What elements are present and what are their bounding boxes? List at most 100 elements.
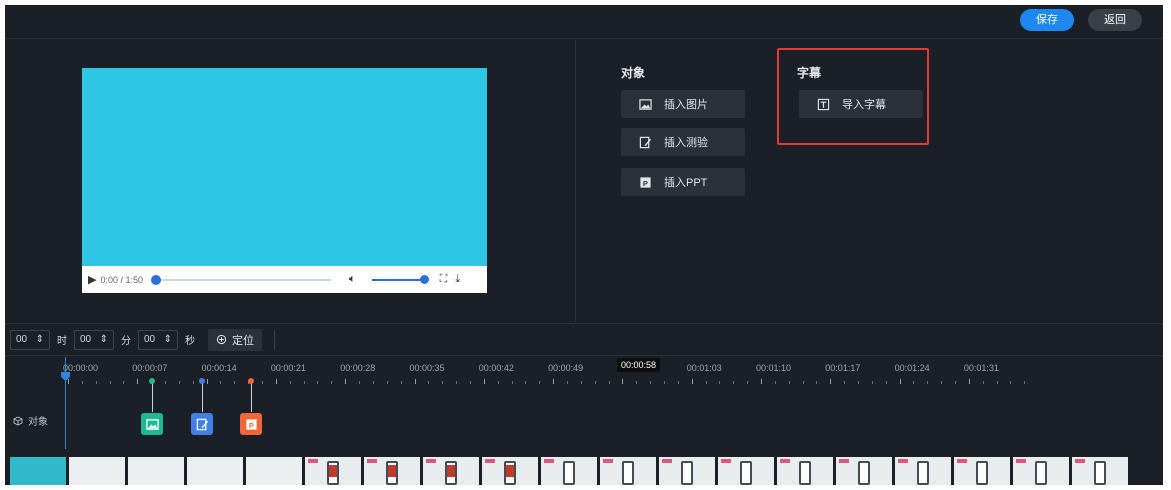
phone-frame (740, 461, 752, 485)
stepper-arrows-icon[interactable]: ⇕ (164, 334, 172, 345)
insert-image-button[interactable]: 插入图片 (621, 90, 745, 118)
ruler-tick (955, 381, 956, 384)
stepper-arrows-icon[interactable]: ⇕ (36, 334, 44, 345)
ruler-tick-label: 00:00:21 (270, 363, 306, 373)
locate-label: 定位 (232, 334, 254, 347)
ruler-tick (415, 379, 416, 384)
progress-handle[interactable] (151, 274, 162, 285)
svg-text:P: P (248, 420, 253, 429)
ruler-tick (165, 381, 166, 384)
thumbnail-corner-mark (485, 459, 495, 463)
ruler-tick (428, 381, 429, 384)
ruler-tick (359, 381, 360, 384)
video-thumbnail[interactable] (482, 457, 538, 485)
video-thumbnail[interactable] (423, 457, 479, 485)
ruler-tick (622, 379, 623, 384)
thumbnail-corner-mark (898, 459, 908, 463)
second-unit: 秒 (185, 336, 195, 347)
ruler-tick (220, 381, 221, 384)
video-thumbnail[interactable] (836, 457, 892, 485)
video-thumbnail[interactable] (1072, 457, 1128, 485)
video-thumbnail[interactable] (659, 457, 715, 485)
video-thumbnail[interactable] (1013, 457, 1069, 485)
video-thumbnail[interactable] (600, 457, 656, 485)
thumbnail-corner-mark (544, 459, 554, 463)
ruler-tick-label: 00:00:07 (132, 363, 168, 373)
image-marker[interactable] (141, 413, 163, 435)
video-thumbnail[interactable] (541, 457, 597, 485)
progress-bar[interactable] (151, 274, 332, 285)
ruler-tick (719, 381, 720, 384)
ruler-tick (484, 379, 485, 384)
insert-ppt-button[interactable]: P 插入PPT (621, 168, 745, 196)
time-locator: 00 ⇕ 时 00 ⇕ 分 00 ⇕ 秒 定位 (5, 323, 1163, 356)
thumbnail-corner-mark (780, 459, 790, 463)
fullscreen-icon[interactable]: ⛶ (440, 273, 448, 286)
video-thumbnail[interactable] (954, 457, 1010, 485)
video-thumbnail[interactable] (718, 457, 774, 485)
insert-quiz-button[interactable]: 插入测验 (621, 128, 745, 156)
ruler-tick (900, 379, 901, 384)
video-thumbnail[interactable] (246, 457, 302, 485)
timeline-ruler[interactable]: 00:00:00 00:00:07 00:00:14 00:00:21 00:00:28… (5, 357, 1163, 387)
thumbnail-corner-mark (662, 459, 672, 463)
marker-stem (202, 382, 203, 412)
video-thumbnail[interactable] (10, 457, 66, 485)
quiz-marker-dot[interactable] (199, 378, 205, 384)
object-track[interactable]: 对象 (5, 387, 1163, 454)
ruler-tick (68, 379, 69, 384)
video-thumbnail[interactable] (128, 457, 184, 485)
ruler-tick (872, 381, 873, 384)
video-player[interactable] (82, 68, 487, 293)
ruler-tick-label: 00:00:00 (63, 363, 99, 373)
editor-window: 保存 返回 ▶ 0:00 / 1:50 🔈︎ ⛶ ⤓ 对象 插入图片 插入测验 (5, 5, 1163, 485)
back-button[interactable]: 返回 (1088, 9, 1142, 31)
svg-text:P: P (643, 178, 648, 187)
phone-frame (1094, 461, 1106, 485)
marker-stem (251, 382, 252, 412)
volume-slider[interactable] (371, 274, 429, 284)
download-icon[interactable]: ⤓ (455, 273, 460, 286)
locate-button[interactable]: 定位 (208, 328, 262, 351)
ruler-tick (983, 381, 984, 384)
ruler-tick (193, 381, 194, 384)
phone-frame (622, 461, 634, 485)
divider (274, 329, 275, 350)
ruler-tick (830, 379, 831, 384)
video-thumbnail[interactable] (364, 457, 420, 485)
ruler-tick (304, 381, 305, 384)
thumbnail-corner-mark (1075, 459, 1085, 463)
video-thumbnail[interactable] (305, 457, 361, 485)
phone-content (329, 465, 337, 477)
ruler-tick (442, 381, 443, 384)
ppt-marker-dot[interactable] (248, 378, 254, 384)
video-thumbnail[interactable] (895, 457, 951, 485)
insert-quiz-label: 插入测验 (664, 137, 708, 149)
minute-stepper[interactable]: 00 ⇕ (74, 329, 114, 350)
volume-handle[interactable] (419, 274, 429, 284)
thumbnail-corner-mark (603, 459, 613, 463)
video-thumbnail[interactable] (69, 457, 125, 485)
ruler-tick (1024, 381, 1025, 384)
video-thumbnail[interactable] (187, 457, 243, 485)
ruler-tick-label: 00:01:17 (825, 363, 861, 373)
ruler-tick (941, 381, 942, 384)
ppt-icon: P (640, 176, 651, 187)
ruler-tick (636, 381, 637, 384)
hour-stepper[interactable]: 00 ⇕ (10, 329, 50, 350)
ruler-tick (387, 381, 388, 384)
volume-icon[interactable]: 🔈︎ (349, 273, 356, 286)
ruler-tick (761, 379, 762, 384)
quiz-marker[interactable] (191, 413, 213, 435)
second-stepper[interactable]: 00 ⇕ (138, 329, 178, 350)
phone-frame (563, 461, 575, 485)
image-marker-dot[interactable] (149, 378, 155, 384)
video-thumbnail-strip[interactable] (10, 457, 1160, 485)
play-icon[interactable]: ▶ (88, 273, 96, 286)
save-button[interactable]: 保存 (1020, 9, 1074, 31)
video-thumbnail[interactable] (777, 457, 833, 485)
minute-value: 00 (80, 334, 92, 345)
ppt-marker[interactable]: P (240, 413, 262, 435)
stepper-arrows-icon[interactable]: ⇕ (100, 334, 108, 345)
ruler-tick (913, 381, 914, 384)
